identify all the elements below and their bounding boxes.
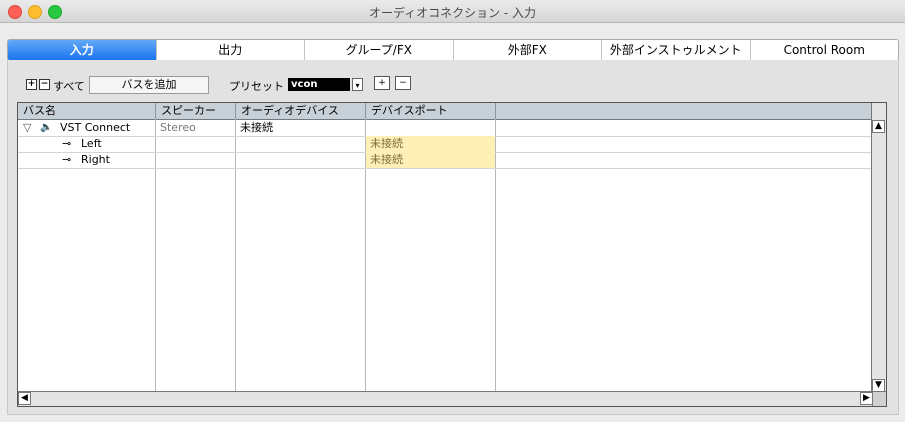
tab-external-instruments[interactable]: 外部インストゥルメント <box>602 40 751 60</box>
tab-input[interactable]: 入力 <box>8 40 157 60</box>
column-bus-name[interactable]: バス名 <box>18 103 156 119</box>
title-bar: オーディオコネクション - 入力 <box>0 0 905 23</box>
speaker-config <box>160 152 235 168</box>
device-port[interactable]: 未接続 <box>366 136 495 152</box>
speaker-config[interactable]: Stereo <box>160 120 235 136</box>
tab-external-fx[interactable]: 外部FX <box>453 40 602 60</box>
store-preset-icon[interactable]: + <box>374 76 390 90</box>
expand-all-icon[interactable]: + <box>26 79 37 90</box>
preset-select[interactable]: vcon <box>288 78 350 91</box>
speaker-config <box>160 136 235 152</box>
vertical-scrollbar[interactable]: ▲ ▼ <box>871 103 886 392</box>
collapse-all-icon[interactable]: − <box>39 79 50 90</box>
column-empty <box>496 103 873 119</box>
bus-grid: バス名 スピーカー オーディオデバイス デバイスポート ▽ 🔈 VST Conn… <box>17 102 887 407</box>
audio-device <box>240 136 365 152</box>
all-label: すべて <box>53 80 85 93</box>
audio-device <box>240 152 365 168</box>
column-audio-device[interactable]: オーディオデバイス <box>236 103 366 119</box>
scroll-left-icon[interactable]: ◀ <box>18 392 31 405</box>
column-speaker[interactable]: スピーカー <box>156 103 236 119</box>
tab-group-fx[interactable]: グループ/FX <box>305 40 454 60</box>
preset-dropdown-icon[interactable]: ▾ <box>352 78 363 91</box>
remove-preset-icon[interactable]: − <box>395 76 411 90</box>
device-port[interactable]: 未接続 <box>366 152 495 168</box>
tab-output[interactable]: 出力 <box>156 40 305 60</box>
add-bus-button[interactable]: バスを追加 <box>89 76 209 94</box>
channel-icon: ⊸ <box>62 153 72 166</box>
table-row[interactable]: ⊸ Left 未接続 <box>18 136 873 153</box>
tab-control-room[interactable]: Control Room <box>750 40 898 60</box>
device-port[interactable] <box>366 120 495 136</box>
horizontal-scrollbar[interactable]: ◀ ▶ <box>18 391 873 406</box>
scroll-up-icon[interactable]: ▲ <box>872 120 885 133</box>
table-row[interactable]: ▽ 🔈 VST Connect Stereo 未接続 <box>18 120 873 137</box>
channel-name[interactable]: Right <box>81 152 155 168</box>
expand-triangle-icon[interactable]: ▽ <box>23 120 37 136</box>
window-title: オーディオコネクション - 入力 <box>368 6 537 20</box>
channel-name[interactable]: Left <box>81 136 155 152</box>
tab-bar: 入力 出力 グループ/FX 外部FX 外部インストゥルメント Control R… <box>7 39 899 61</box>
preset-label: プリセット <box>229 80 284 93</box>
table-row[interactable]: ⊸ Right 未接続 <box>18 152 873 169</box>
audio-device[interactable]: 未接続 <box>240 120 365 136</box>
bus-name[interactable]: VST Connect <box>60 120 155 136</box>
speaker-icon: 🔈 <box>40 122 53 133</box>
scroll-corner <box>872 391 886 406</box>
channel-icon: ⊸ <box>62 137 72 150</box>
grid-header: バス名 スピーカー オーディオデバイス デバイスポート <box>18 103 873 120</box>
column-device-port[interactable]: デバイスポート <box>366 103 496 119</box>
